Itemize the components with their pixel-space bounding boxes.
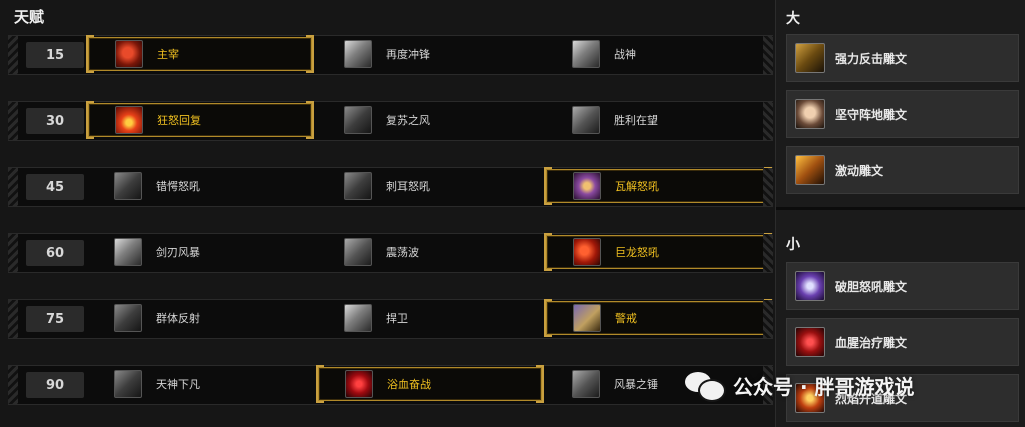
avatar-icon [114, 370, 142, 398]
impending-victory-icon [572, 106, 600, 134]
talent-name: 风暴之锤 [614, 378, 658, 391]
second-wind-icon [344, 106, 372, 134]
glyph-item[interactable]: 强力反击雕文 [786, 34, 1019, 82]
talent-level: 60 [26, 240, 84, 266]
glyph-name: 坚守阵地雕文 [835, 107, 908, 122]
talent-name: 复苏之风 [386, 114, 430, 127]
glyphs-panel: 大 强力反击雕文 坚守阵地雕文 激动雕文 小 破胆怒吼雕文 血腥治疗雕文 烈焰开… [775, 0, 1025, 427]
talent-option[interactable]: 巨龙怒吼 [544, 233, 772, 271]
talent-row: 75 群体反射 捍卫 警戒 [8, 299, 773, 339]
talent-name: 错愕怒吼 [156, 180, 200, 193]
talent-name: 剑刃风暴 [156, 246, 200, 259]
talent-level: 30 [26, 108, 84, 134]
talent-name: 群体反射 [156, 312, 200, 325]
double-charge-icon [344, 40, 372, 68]
glyph-item[interactable]: 破胆怒吼雕文 [786, 262, 1019, 310]
bloodbath-icon [345, 370, 373, 398]
glyph-item[interactable]: 激动雕文 [786, 146, 1019, 194]
watermark-text: 公众号 · 胖哥游戏说 [733, 374, 915, 399]
disrupting-shout-icon [573, 172, 601, 200]
talent-option[interactable]: 浴血奋战 [316, 365, 544, 403]
talent-level: 75 [26, 306, 84, 332]
talent-option[interactable]: 捍卫 [318, 301, 542, 335]
talents-title: 天赋 [14, 8, 45, 26]
glyph-item[interactable]: 坚守阵地雕文 [786, 90, 1019, 138]
talent-name: 狂怒回复 [157, 114, 201, 127]
shockwave-icon [344, 238, 372, 266]
major-glyphs-title: 大 [786, 11, 800, 27]
bladestorm-icon [114, 238, 142, 266]
talent-option[interactable]: 再度冲锋 [318, 37, 542, 71]
war-god-icon [572, 40, 600, 68]
glyph-last-stand-icon [795, 99, 825, 129]
piercing-howl-icon [344, 172, 372, 200]
talent-name: 主宰 [157, 48, 179, 61]
glyph-counter-icon [795, 43, 825, 73]
glyph-name: 血腥治疗雕文 [835, 335, 908, 350]
glyph-divider [776, 207, 1025, 210]
talent-option[interactable]: 刺耳怒吼 [318, 169, 542, 203]
glyph-name: 强力反击雕文 [835, 51, 908, 66]
talent-row: 45 错愕怒吼 刺耳怒吼 瓦解怒吼 [8, 167, 773, 207]
talent-option[interactable]: 复苏之风 [318, 103, 542, 137]
talent-name: 巨龙怒吼 [615, 246, 659, 259]
glyph-intimidating-shout-icon [795, 271, 825, 301]
talent-name: 再度冲锋 [386, 48, 430, 61]
talent-option[interactable]: 震荡波 [318, 235, 542, 269]
talent-name: 天神下凡 [156, 378, 200, 391]
talent-level: 15 [26, 42, 84, 68]
talent-name: 瓦解怒吼 [615, 180, 659, 193]
enraged-regeneration-icon [115, 106, 143, 134]
talent-row: 30 狂怒回复 复苏之风 胜利在望 [8, 101, 773, 141]
glyph-bloody-healing-icon [795, 327, 825, 357]
safeguard-icon [344, 304, 372, 332]
talent-option[interactable]: 天神下凡 [88, 367, 312, 401]
talent-option[interactable]: 错愕怒吼 [88, 169, 312, 203]
talent-option[interactable]: 狂怒回复 [86, 101, 314, 139]
talent-name: 战神 [614, 48, 636, 61]
talent-option[interactable]: 主宰 [86, 35, 314, 73]
staggering-shout-icon [114, 172, 142, 200]
wechat-icon [685, 370, 726, 402]
talent-level: 90 [26, 372, 84, 398]
talent-row: 90 天神下凡 浴血奋战 风暴之锤 [8, 365, 773, 405]
talent-row: 15 主宰 再度冲锋 战神 [8, 35, 773, 75]
talent-name: 刺耳怒吼 [386, 180, 430, 193]
talent-level: 45 [26, 174, 84, 200]
mass-reflection-icon [114, 304, 142, 332]
talent-name: 震荡波 [386, 246, 419, 259]
talent-option[interactable]: 剑刃风暴 [88, 235, 312, 269]
minor-glyphs-title: 小 [786, 237, 800, 253]
glyph-item[interactable]: 血腥治疗雕文 [786, 318, 1019, 366]
dragon-roar-icon [573, 238, 601, 266]
glyph-name: 激动雕文 [835, 163, 884, 178]
talent-name: 捍卫 [386, 312, 408, 325]
talent-option[interactable]: 胜利在望 [546, 103, 770, 137]
watermark: 公众号 · 胖哥游戏说 [685, 370, 915, 402]
glyph-name: 破胆怒吼雕文 [835, 279, 908, 294]
glyph-enrage-icon [795, 155, 825, 185]
talent-row: 60 剑刃风暴 震荡波 巨龙怒吼 [8, 233, 773, 273]
red-demon-icon [115, 40, 143, 68]
talent-option[interactable]: 警戒 [544, 299, 772, 337]
vigilance-icon [573, 304, 601, 332]
talent-name: 浴血奋战 [387, 378, 431, 391]
talent-option[interactable]: 群体反射 [88, 301, 312, 335]
talent-option[interactable]: 瓦解怒吼 [544, 167, 772, 205]
talent-name: 警戒 [615, 312, 637, 325]
talent-name: 胜利在望 [614, 114, 658, 127]
talents-panel: 天赋 15 主宰 再度冲锋 战神 30 狂怒回复 复苏之风 胜利在望 45 错愕… [0, 0, 775, 427]
talent-option[interactable]: 战神 [546, 37, 770, 71]
storm-bolt-icon [572, 370, 600, 398]
